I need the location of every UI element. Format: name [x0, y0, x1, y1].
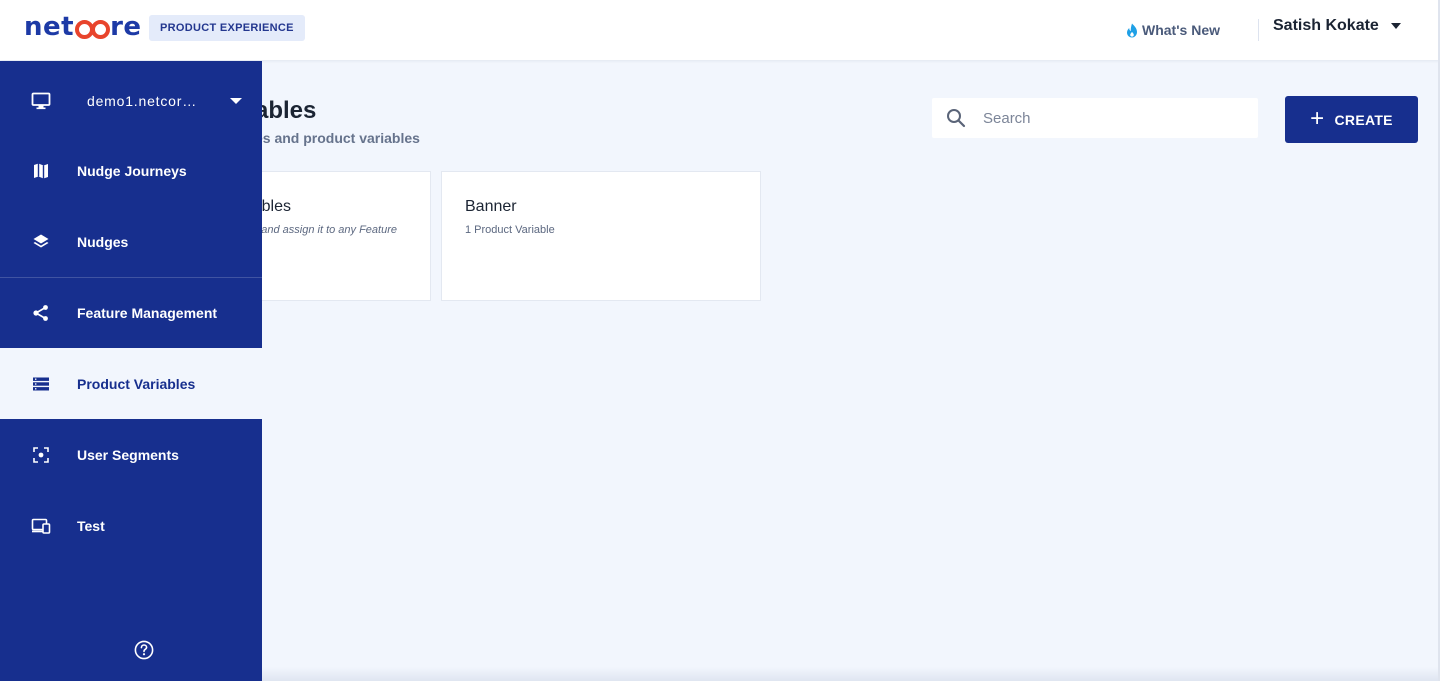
sidebar-item-test[interactable]: Test — [0, 490, 262, 561]
top-bar: net re PRODUCT EXPERIENCE What's New Sati… — [0, 0, 1440, 60]
card-subtitle: 1 Product Variable — [465, 224, 555, 236]
focus-target-icon — [31, 445, 51, 465]
monitor-icon — [31, 91, 51, 111]
page-subtitle: es and product variables — [255, 130, 420, 146]
search-icon — [947, 109, 966, 128]
user-menu[interactable]: Satish Kokate — [1273, 17, 1401, 35]
help-icon[interactable] — [134, 640, 154, 660]
whats-new-label: What's New — [1142, 22, 1221, 38]
netcore-logo[interactable]: net re — [24, 12, 142, 42]
sidebar-item-label: Nudge Journeys — [77, 162, 187, 179]
sidebar-item-feature-management[interactable]: Feature Management — [0, 277, 262, 348]
sidebar-item-label: Nudges — [77, 233, 129, 250]
sidebar-item-label: Product Variables — [77, 375, 196, 392]
plus-icon: + — [1310, 104, 1325, 132]
list-icon — [31, 374, 51, 394]
sidebar-item-label: Feature Management — [77, 304, 218, 321]
sidebar-item-user-segments[interactable]: User Segments — [0, 419, 262, 490]
layers-icon — [31, 232, 51, 252]
whats-new-link[interactable]: What's New — [1125, 21, 1220, 39]
card-title: bles — [261, 198, 291, 215]
card-subtitle: and assign it to any Feature — [261, 224, 397, 236]
caret-down-icon — [1390, 23, 1401, 29]
project-name: demo1.netcor… — [87, 92, 198, 109]
create-button-label: CREATE — [1334, 111, 1393, 128]
project-selector[interactable]: demo1.netcor… — [0, 65, 262, 136]
map-icon — [31, 161, 51, 181]
search-input[interactable] — [983, 109, 1243, 127]
flame-icon — [1127, 23, 1137, 37]
sidebar: demo1.netcor… Nudge Journeys Nudges Feat… — [0, 61, 262, 681]
logo-rings — [75, 16, 111, 39]
page-title: ables — [255, 97, 317, 124]
logo-text-suffix: re — [110, 12, 142, 42]
product-variable-card-banner[interactable]: Banner 1 Product Variable — [441, 171, 761, 301]
sidebar-item-nudge-journeys[interactable]: Nudge Journeys — [0, 135, 262, 206]
sidebar-item-product-variables[interactable]: Product Variables — [0, 348, 262, 419]
search-box[interactable] — [932, 98, 1258, 138]
chevron-down-icon — [230, 97, 242, 104]
sidebar-item-nudges[interactable]: Nudges — [0, 206, 262, 277]
sidebar-item-label: Test — [77, 517, 105, 534]
bottom-shade — [262, 667, 1438, 681]
card-title: Banner — [465, 198, 517, 215]
share-nodes-icon — [31, 303, 51, 323]
create-button[interactable]: + CREATE — [1285, 96, 1418, 143]
user-name: Satish Kokate — [1273, 17, 1379, 34]
sidebar-item-label: User Segments — [77, 446, 179, 463]
devices-icon — [31, 516, 51, 536]
product-badge: PRODUCT EXPERIENCE — [149, 15, 305, 41]
header-divider — [1258, 19, 1259, 41]
logo-text-prefix: net — [24, 12, 75, 42]
